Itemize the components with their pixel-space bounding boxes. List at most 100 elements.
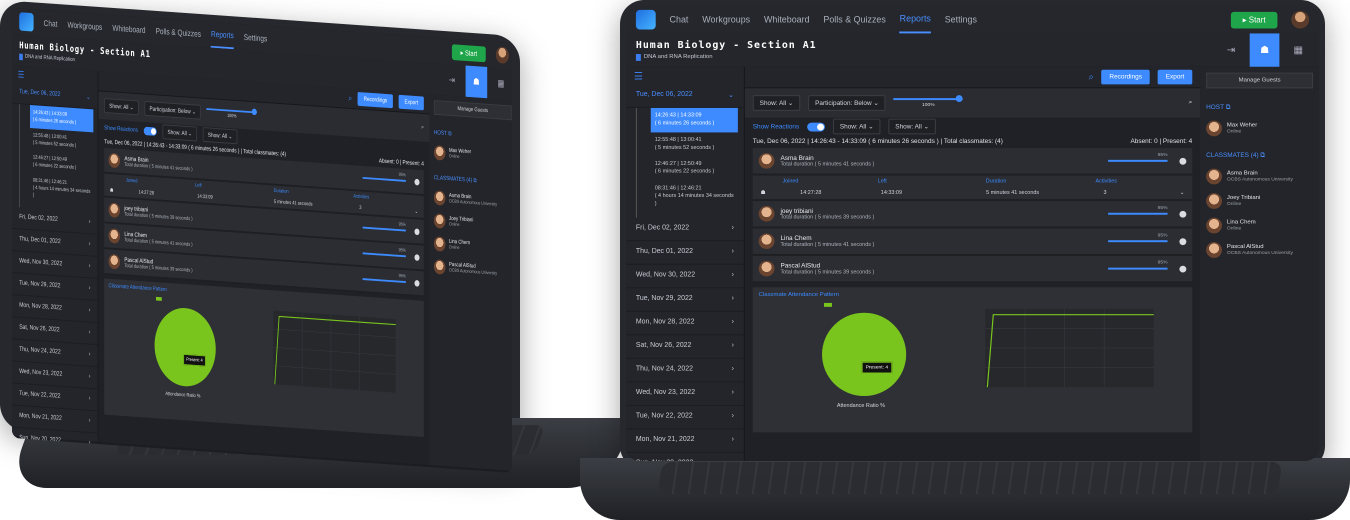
- info-icon[interactable]: [1179, 265, 1187, 273]
- manage-guests-button[interactable]: Manage Guests: [433, 100, 512, 121]
- session-item[interactable]: 14:26:43 | 14:33:09( 6 minutes 26 second…: [650, 107, 738, 132]
- day-item[interactable]: Wed, Nov 30, 2022 ›: [626, 265, 744, 289]
- session-item[interactable]: 12:55:48 | 13:00:41( 5 minutes 52 second…: [651, 132, 738, 156]
- participant-row[interactable]: Lina Chem Total duration ( 5 minutes 41 s…: [752, 228, 1193, 256]
- report-actions: ⌕ Recordings Export: [744, 66, 1201, 89]
- avatar: [108, 228, 121, 244]
- day-item[interactable]: Wed, Nov 23, 2022 ›: [626, 383, 744, 407]
- participant-row[interactable]: Pascal AlStud Total duration ( 5 minutes …: [752, 256, 1193, 284]
- day-item[interactable]: Mon, Nov 21, 2022 ›: [626, 430, 744, 454]
- nav-reports[interactable]: Reports: [899, 6, 931, 34]
- chevron-right-icon: ›: [731, 412, 734, 420]
- chevron-right-icon: ›: [88, 218, 91, 226]
- classmate-item[interactable]: Asma Brain OCBS Autonomous University: [1206, 168, 1313, 185]
- day-item[interactable]: Thu, Nov 24, 2022 ›: [626, 359, 744, 383]
- participant-row[interactable]: joey tribiani Total duration ( 5 minutes …: [752, 201, 1193, 229]
- start-button[interactable]: ▸ Start: [451, 43, 486, 62]
- user-avatar[interactable]: [1291, 10, 1310, 29]
- attendance-pie[interactable]: [154, 305, 216, 389]
- nav-settings[interactable]: Settings: [945, 15, 977, 25]
- zoom-slider[interactable]: [893, 95, 963, 103]
- chevron-down-icon[interactable]: ⌄: [415, 209, 418, 215]
- nav-chat[interactable]: Chat: [670, 15, 689, 25]
- classmate-item[interactable]: Pascal AlStud OCBS Autonomous University: [1206, 242, 1313, 258]
- day-item[interactable]: Sun, Nov 20, 2022 ›: [626, 453, 744, 461]
- grid-icon[interactable]: ▦: [1287, 39, 1309, 61]
- classmate-item[interactable]: Joey Tribiani Online: [433, 213, 512, 233]
- chevron-down-icon[interactable]: ⌄: [1180, 190, 1185, 196]
- nav-whiteboard[interactable]: Whiteboard: [112, 23, 145, 35]
- day-item[interactable]: Sat, Nov 26, 2022 ›: [626, 336, 744, 360]
- recordings-button[interactable]: Recordings: [357, 91, 394, 109]
- participant-row[interactable]: Asma Brain Total duration ( 5 minutes 41 …: [752, 148, 1193, 176]
- reactions-toggle[interactable]: [143, 126, 157, 136]
- info-icon[interactable]: [1179, 157, 1187, 165]
- copy-icon[interactable]: ⧉: [473, 177, 476, 184]
- menu-icon[interactable]: ☰: [626, 67, 744, 85]
- collapse-icon[interactable]: ⇥: [1220, 39, 1242, 61]
- export-button[interactable]: Export: [398, 94, 424, 111]
- show-filter-3[interactable]: Show: All ⌄: [202, 127, 238, 145]
- info-icon[interactable]: [414, 279, 420, 287]
- classmate-item[interactable]: Pascal AlStud OCBS Autonomous University: [433, 259, 512, 279]
- search-icon[interactable]: ⌕: [1189, 99, 1193, 107]
- nav-settings[interactable]: Settings: [244, 32, 267, 43]
- attendance-icon[interactable]: ☗: [465, 65, 488, 99]
- nav-reports[interactable]: Reports: [211, 21, 234, 50]
- info-icon[interactable]: [414, 227, 420, 235]
- chevron-right-icon: ›: [732, 460, 734, 461]
- participation-filter[interactable]: Participation: Below ⌄: [808, 95, 886, 111]
- classmate-item[interactable]: Lina Chem Online: [433, 236, 512, 256]
- search-icon[interactable]: ⌕: [421, 124, 424, 132]
- nav-polls[interactable]: Polls & Quizzes: [823, 15, 885, 25]
- search-icon[interactable]: ⌕: [1089, 72, 1094, 83]
- session-item[interactable]: 08:31:46 | 12:46:21( 4 hours 14 minutes …: [30, 173, 93, 208]
- show-filter-2[interactable]: Show: All ⌄: [832, 118, 881, 135]
- start-button[interactable]: ▸ Start: [1230, 11, 1278, 29]
- info-icon[interactable]: [1179, 237, 1187, 245]
- copy-icon[interactable]: ⧉: [448, 130, 451, 137]
- reactions-toggle[interactable]: [807, 122, 825, 131]
- day-item[interactable]: Tue, Nov 29, 2022 ›: [626, 288, 744, 313]
- info-icon[interactable]: [414, 253, 420, 261]
- zoom-control[interactable]: 100%: [206, 108, 258, 121]
- host-item[interactable]: Max Weher Online: [1206, 120, 1313, 137]
- day-item[interactable]: Mon, Nov 28, 2022 ›: [626, 312, 744, 336]
- classmate-item[interactable]: Lina Chem Online: [1206, 217, 1313, 234]
- classmate-item[interactable]: Joey Tribiani Online: [1206, 193, 1313, 209]
- recordings-button[interactable]: Recordings: [1101, 69, 1150, 85]
- show-filter-3[interactable]: Show: All ⌄: [888, 118, 936, 135]
- show-filter[interactable]: Show: All ⌄: [752, 95, 801, 111]
- nav-chat[interactable]: Chat: [44, 18, 58, 28]
- session-item[interactable]: 08:31:46 | 12:46:21( 4 hours 14 minutes …: [651, 180, 738, 212]
- classmate-item[interactable]: Asma Brain OCBS Autonomous University: [433, 190, 512, 210]
- info-icon[interactable]: [414, 178, 420, 186]
- day-item[interactable]: Thu, Dec 01, 2022 ›: [626, 241, 744, 265]
- manage-guests-button[interactable]: Manage Guests: [1206, 72, 1314, 89]
- day-label: Thu, Nov 24, 2022: [19, 346, 61, 356]
- grid-icon[interactable]: ▦: [493, 73, 509, 94]
- day-item[interactable]: Tue, Dec 06, 2022 ⌄: [626, 84, 744, 108]
- show-filter[interactable]: Show: All ⌄: [104, 98, 139, 116]
- copy-icon[interactable]: ⧉: [1226, 104, 1231, 111]
- nav-polls[interactable]: Polls & Quizzes: [156, 26, 201, 38]
- user-avatar[interactable]: [495, 46, 509, 64]
- day-item[interactable]: Tue, Nov 22, 2022 ›: [626, 406, 744, 430]
- info-icon[interactable]: [1179, 210, 1187, 218]
- host-item[interactable]: Max Weher Online: [433, 145, 512, 165]
- session-item[interactable]: 12:46:27 | 12:50:49( 6 minutes 22 second…: [651, 156, 738, 180]
- nav-whiteboard[interactable]: Whiteboard: [764, 15, 810, 25]
- show-filter-2[interactable]: Show: All ⌄: [162, 124, 198, 142]
- participation-bar: 95%: [362, 172, 406, 182]
- attendance-pie[interactable]: [822, 312, 907, 397]
- collapse-icon[interactable]: ⇥: [444, 69, 460, 90]
- export-button[interactable]: Export: [1157, 69, 1193, 85]
- participation-filter[interactable]: Participation: Below ⌄: [144, 100, 201, 120]
- day-item[interactable]: Fri, Dec 02, 2022 ›: [626, 218, 744, 242]
- attendance-icon[interactable]: ☗: [1249, 33, 1280, 67]
- nav-workgroups[interactable]: Workgroups: [702, 15, 750, 25]
- copy-icon[interactable]: ⧉: [1260, 152, 1265, 159]
- zoom-control[interactable]: 100%: [893, 95, 963, 108]
- search-icon[interactable]: ⌕: [348, 93, 352, 103]
- nav-workgroups[interactable]: Workgroups: [67, 20, 102, 32]
